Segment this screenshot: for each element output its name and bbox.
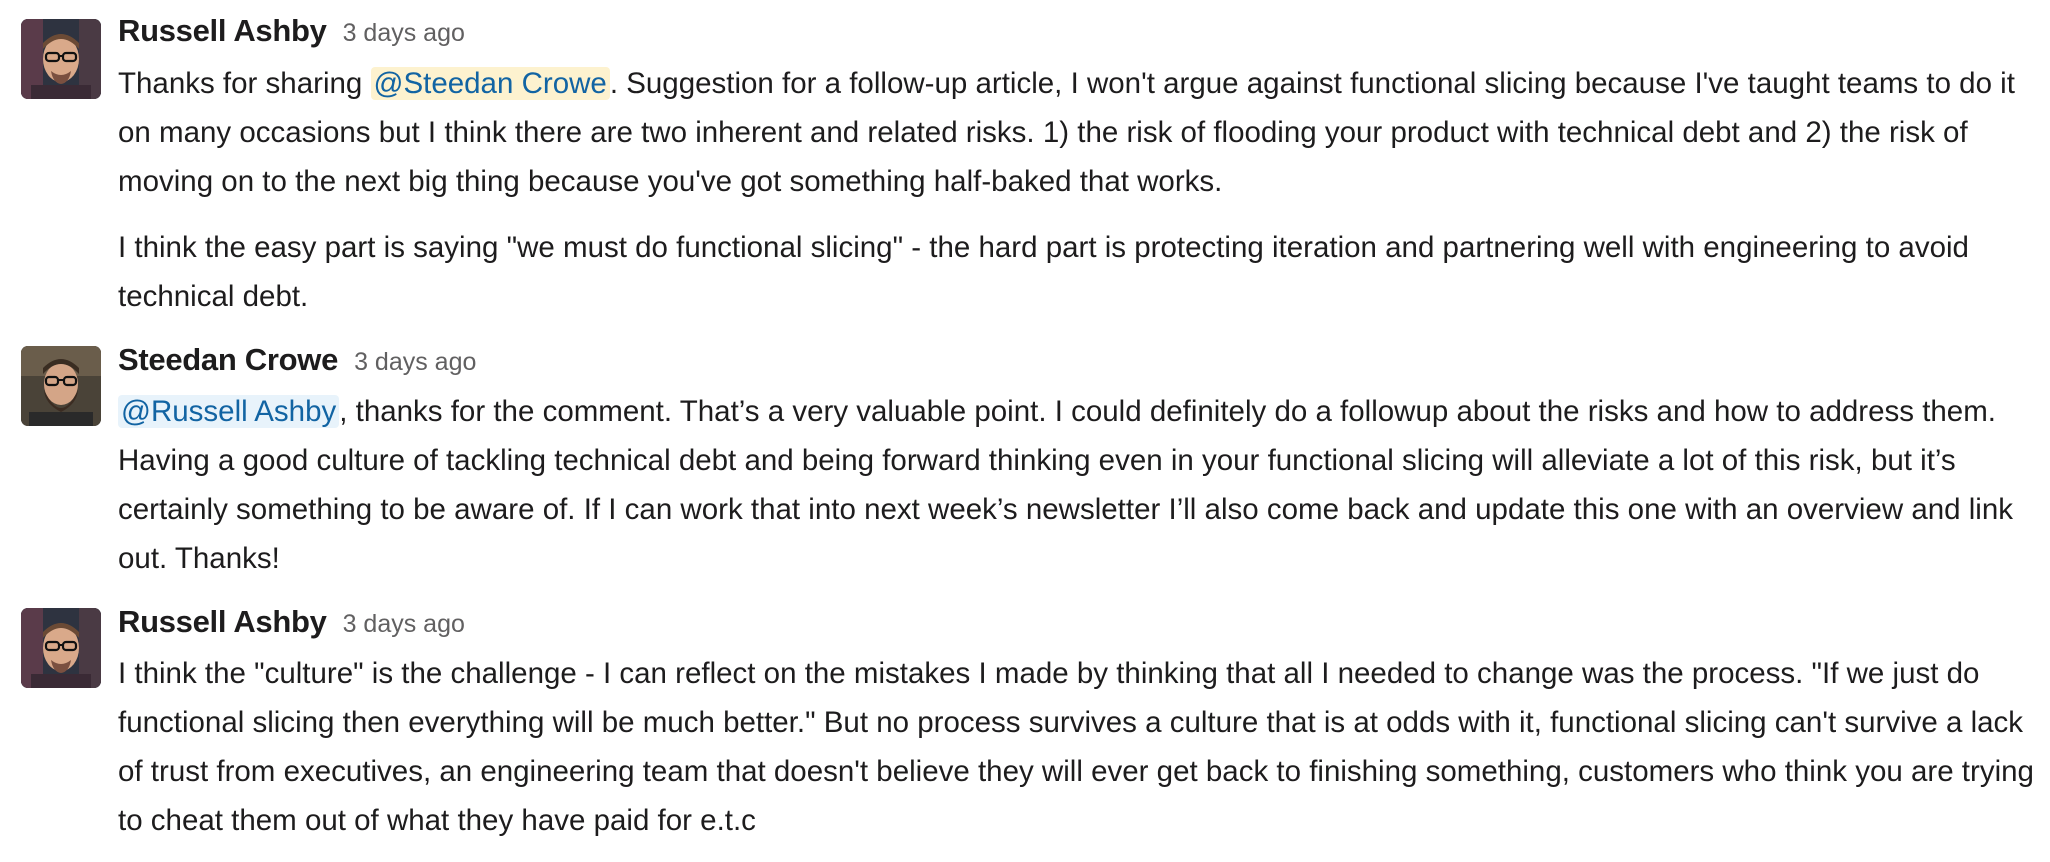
author-name[interactable]: Steedan Crowe [118,342,338,378]
message-header: Steedan Crowe 3 days ago [118,342,476,386]
steedan-crowe-avatar-icon [21,346,101,426]
user-mention[interactable]: @Steedan Crowe [370,67,610,100]
avatar[interactable] [21,19,101,99]
timestamp[interactable]: 3 days ago [343,19,465,48]
message-body: @Russell Ashby, thanks for the comment. … [118,387,2038,583]
timestamp[interactable]: 3 days ago [343,610,465,639]
message-paragraph: @Russell Ashby, thanks for the comment. … [118,387,2038,583]
avatar[interactable] [21,608,101,688]
author-name[interactable]: Russell Ashby [118,13,327,49]
message-text: , thanks for the comment. That’s a very … [118,395,2014,575]
message-paragraph: I think the easy part is saying "we must… [118,231,1969,313]
message-paragraph: Thanks for sharing @Steedan Crowe. Sugge… [118,59,2038,206]
russell-ashby-avatar-icon [21,608,101,688]
message-text: Thanks for sharing [118,67,371,100]
timestamp[interactable]: 3 days ago [354,348,476,377]
russell-ashby-avatar-icon [21,19,101,99]
avatar[interactable] [21,346,101,426]
user-mention[interactable]: @Russell Ashby [118,395,340,428]
message-header: Russell Ashby 3 days ago [118,604,465,648]
message-thread: Russell Ashby 3 days ago Thanks for shar… [0,0,2050,862]
author-name[interactable]: Russell Ashby [118,604,327,640]
message-header: Russell Ashby 3 days ago [118,13,465,57]
message-body: I think the "culture" is the challenge -… [118,649,2038,845]
message-body: Thanks for sharing @Steedan Crowe. Sugge… [118,59,2038,321]
message-paragraph: I think the "culture" is the challenge -… [118,657,2034,837]
